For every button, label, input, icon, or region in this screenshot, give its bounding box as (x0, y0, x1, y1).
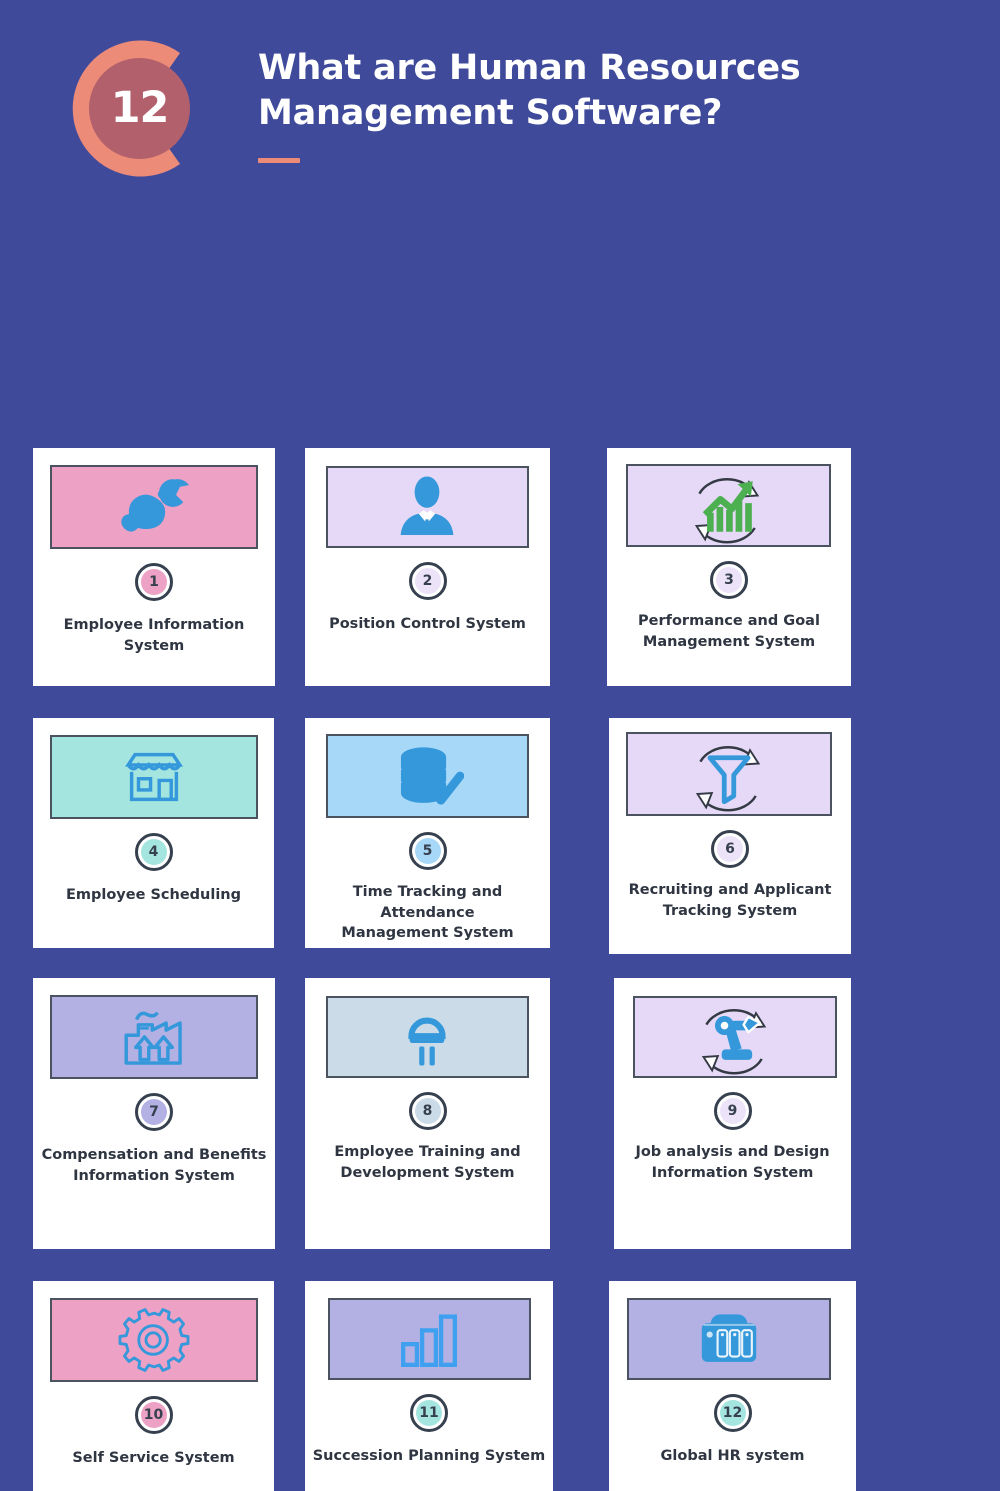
number-badge-2: 2 (408, 562, 447, 600)
gear-icon (118, 1306, 190, 1374)
robotic-arm-icon (687, 996, 783, 1078)
icon-box-7 (50, 995, 258, 1079)
storefront-icon (121, 746, 187, 808)
number-text: 8 (422, 1103, 433, 1119)
card-label-5: Time Tracking and Attendance Management … (341, 884, 514, 942)
card-8[interactable]: 8 Employee Training and Development Syste… (305, 978, 550, 1249)
number-text: 7 (149, 1104, 159, 1120)
funnel-rotation-icon (681, 733, 777, 815)
led-lamp-icon (398, 1005, 456, 1069)
number-badge-10: 10 (134, 1396, 173, 1434)
icon-box-5 (325, 734, 529, 818)
number-disc: 5 (414, 838, 441, 864)
card-label-8: Employee Training and Development System (334, 1144, 521, 1181)
number-badge-6: 6 (711, 830, 749, 868)
icon-box-6 (626, 732, 832, 816)
server-rack-icon (693, 1307, 765, 1371)
card-9[interactable]: 9 Job analysis and Design Information Sys… (614, 978, 851, 1249)
number-disc: 12 (719, 1400, 746, 1426)
number-disc: 4 (140, 839, 167, 865)
number-disc: 8 (414, 1098, 441, 1124)
number-disc: 9 (719, 1098, 746, 1124)
icon-box-4 (49, 735, 258, 819)
number-text: 4 (148, 844, 159, 860)
card-label-1: Employee Information System (63, 617, 245, 654)
card-label-12: Global HR system (660, 1448, 805, 1464)
header-text-block: What are Human Resources Management Soft… (258, 46, 948, 163)
card-2[interactable]: 2 Position Control System (305, 448, 550, 686)
icon-box-9 (633, 996, 838, 1078)
number-badge-8: 8 (408, 1092, 447, 1130)
number-text: 10 (143, 1407, 164, 1423)
icon-box-12 (626, 1298, 831, 1380)
number-text: 11 (419, 1405, 439, 1421)
icon-box-10 (49, 1298, 258, 1382)
number-disc: 6 (717, 836, 743, 862)
card-4[interactable]: 4 Employee Scheduling (33, 718, 274, 948)
card-label-9: Job analysis and Design Information Syst… (635, 1144, 830, 1181)
number-badge-7: 7 (135, 1093, 173, 1131)
number-disc: 1 (141, 569, 167, 595)
number-text: 3 (724, 572, 734, 588)
number-text: 12 (722, 1405, 743, 1421)
card-12[interactable]: 12 Global HR system (609, 1281, 856, 1491)
card-10[interactable]: 10 Self Service System (33, 1281, 274, 1491)
card-6[interactable]: 6 Recruiting and Applicant Tracking Syste… (609, 718, 851, 954)
number-text: 9 (727, 1103, 738, 1119)
number-badge-11: 11 (410, 1394, 448, 1432)
factory-arrows-icon (117, 1004, 191, 1070)
number-disc: 3 (716, 567, 742, 593)
card-1[interactable]: 1 Employee Information System (33, 448, 275, 686)
icon-box-11 (327, 1298, 531, 1380)
card-7[interactable]: 7 Compensation and Benefits Information S… (33, 978, 275, 1249)
bar-chart-icon (396, 1308, 462, 1370)
icon-box-8 (325, 996, 529, 1078)
number-disc: 11 (416, 1400, 442, 1426)
card-label-10: Self Service System (72, 1450, 235, 1466)
number-text: 5 (422, 843, 433, 859)
card-label-6: Recruiting and Applicant Tracking System (628, 882, 832, 919)
icon-box-3 (625, 464, 831, 547)
growth-bar-chart-icon (679, 465, 777, 547)
badge-number: 12 (110, 83, 170, 133)
number-badge-4: 4 (134, 833, 173, 871)
icon-box-2 (325, 466, 529, 548)
badge-inner-circle: 12 (89, 58, 190, 159)
number-disc: 7 (141, 1099, 167, 1125)
card-label-11: Succession Planning System (312, 1448, 546, 1464)
number-badge-12: 12 (713, 1394, 752, 1432)
icon-box-1 (50, 465, 258, 549)
card-5[interactable]: 5 Time Tracking and Attendance Management… (305, 718, 550, 948)
card-label-2: Position Control System (329, 616, 526, 632)
number-text: 1 (149, 574, 159, 590)
number-badge-5: 5 (408, 832, 447, 870)
number-badge-3: 3 (710, 561, 748, 599)
database-check-icon (390, 743, 464, 809)
number-disc: 10 (140, 1402, 167, 1428)
number-disc: 2 (414, 568, 441, 594)
header: 12 What are Human Resources Management S… (0, 0, 1000, 215)
card-label-4: Employee Scheduling (65, 887, 242, 903)
card-3[interactable]: 3 Performance and Goal Management System (607, 448, 851, 686)
fist-wrench-icon (115, 474, 193, 540)
number-text: 6 (725, 841, 735, 857)
card-label-3: Performance and Goal Management System (638, 613, 820, 650)
title-underline-rule (258, 157, 300, 163)
card-11[interactable]: 11 Succession Planning System (305, 1281, 553, 1491)
number-text: 2 (422, 573, 433, 589)
card-label-7: Compensation and Benefits Information Sy… (41, 1147, 267, 1184)
page-title: What are Human Resources Management Soft… (258, 48, 801, 133)
businessman-icon (393, 474, 461, 540)
number-badge-1: 1 (135, 563, 173, 601)
header-badge: 12 (62, 31, 217, 186)
number-badge-9: 9 (713, 1092, 752, 1130)
